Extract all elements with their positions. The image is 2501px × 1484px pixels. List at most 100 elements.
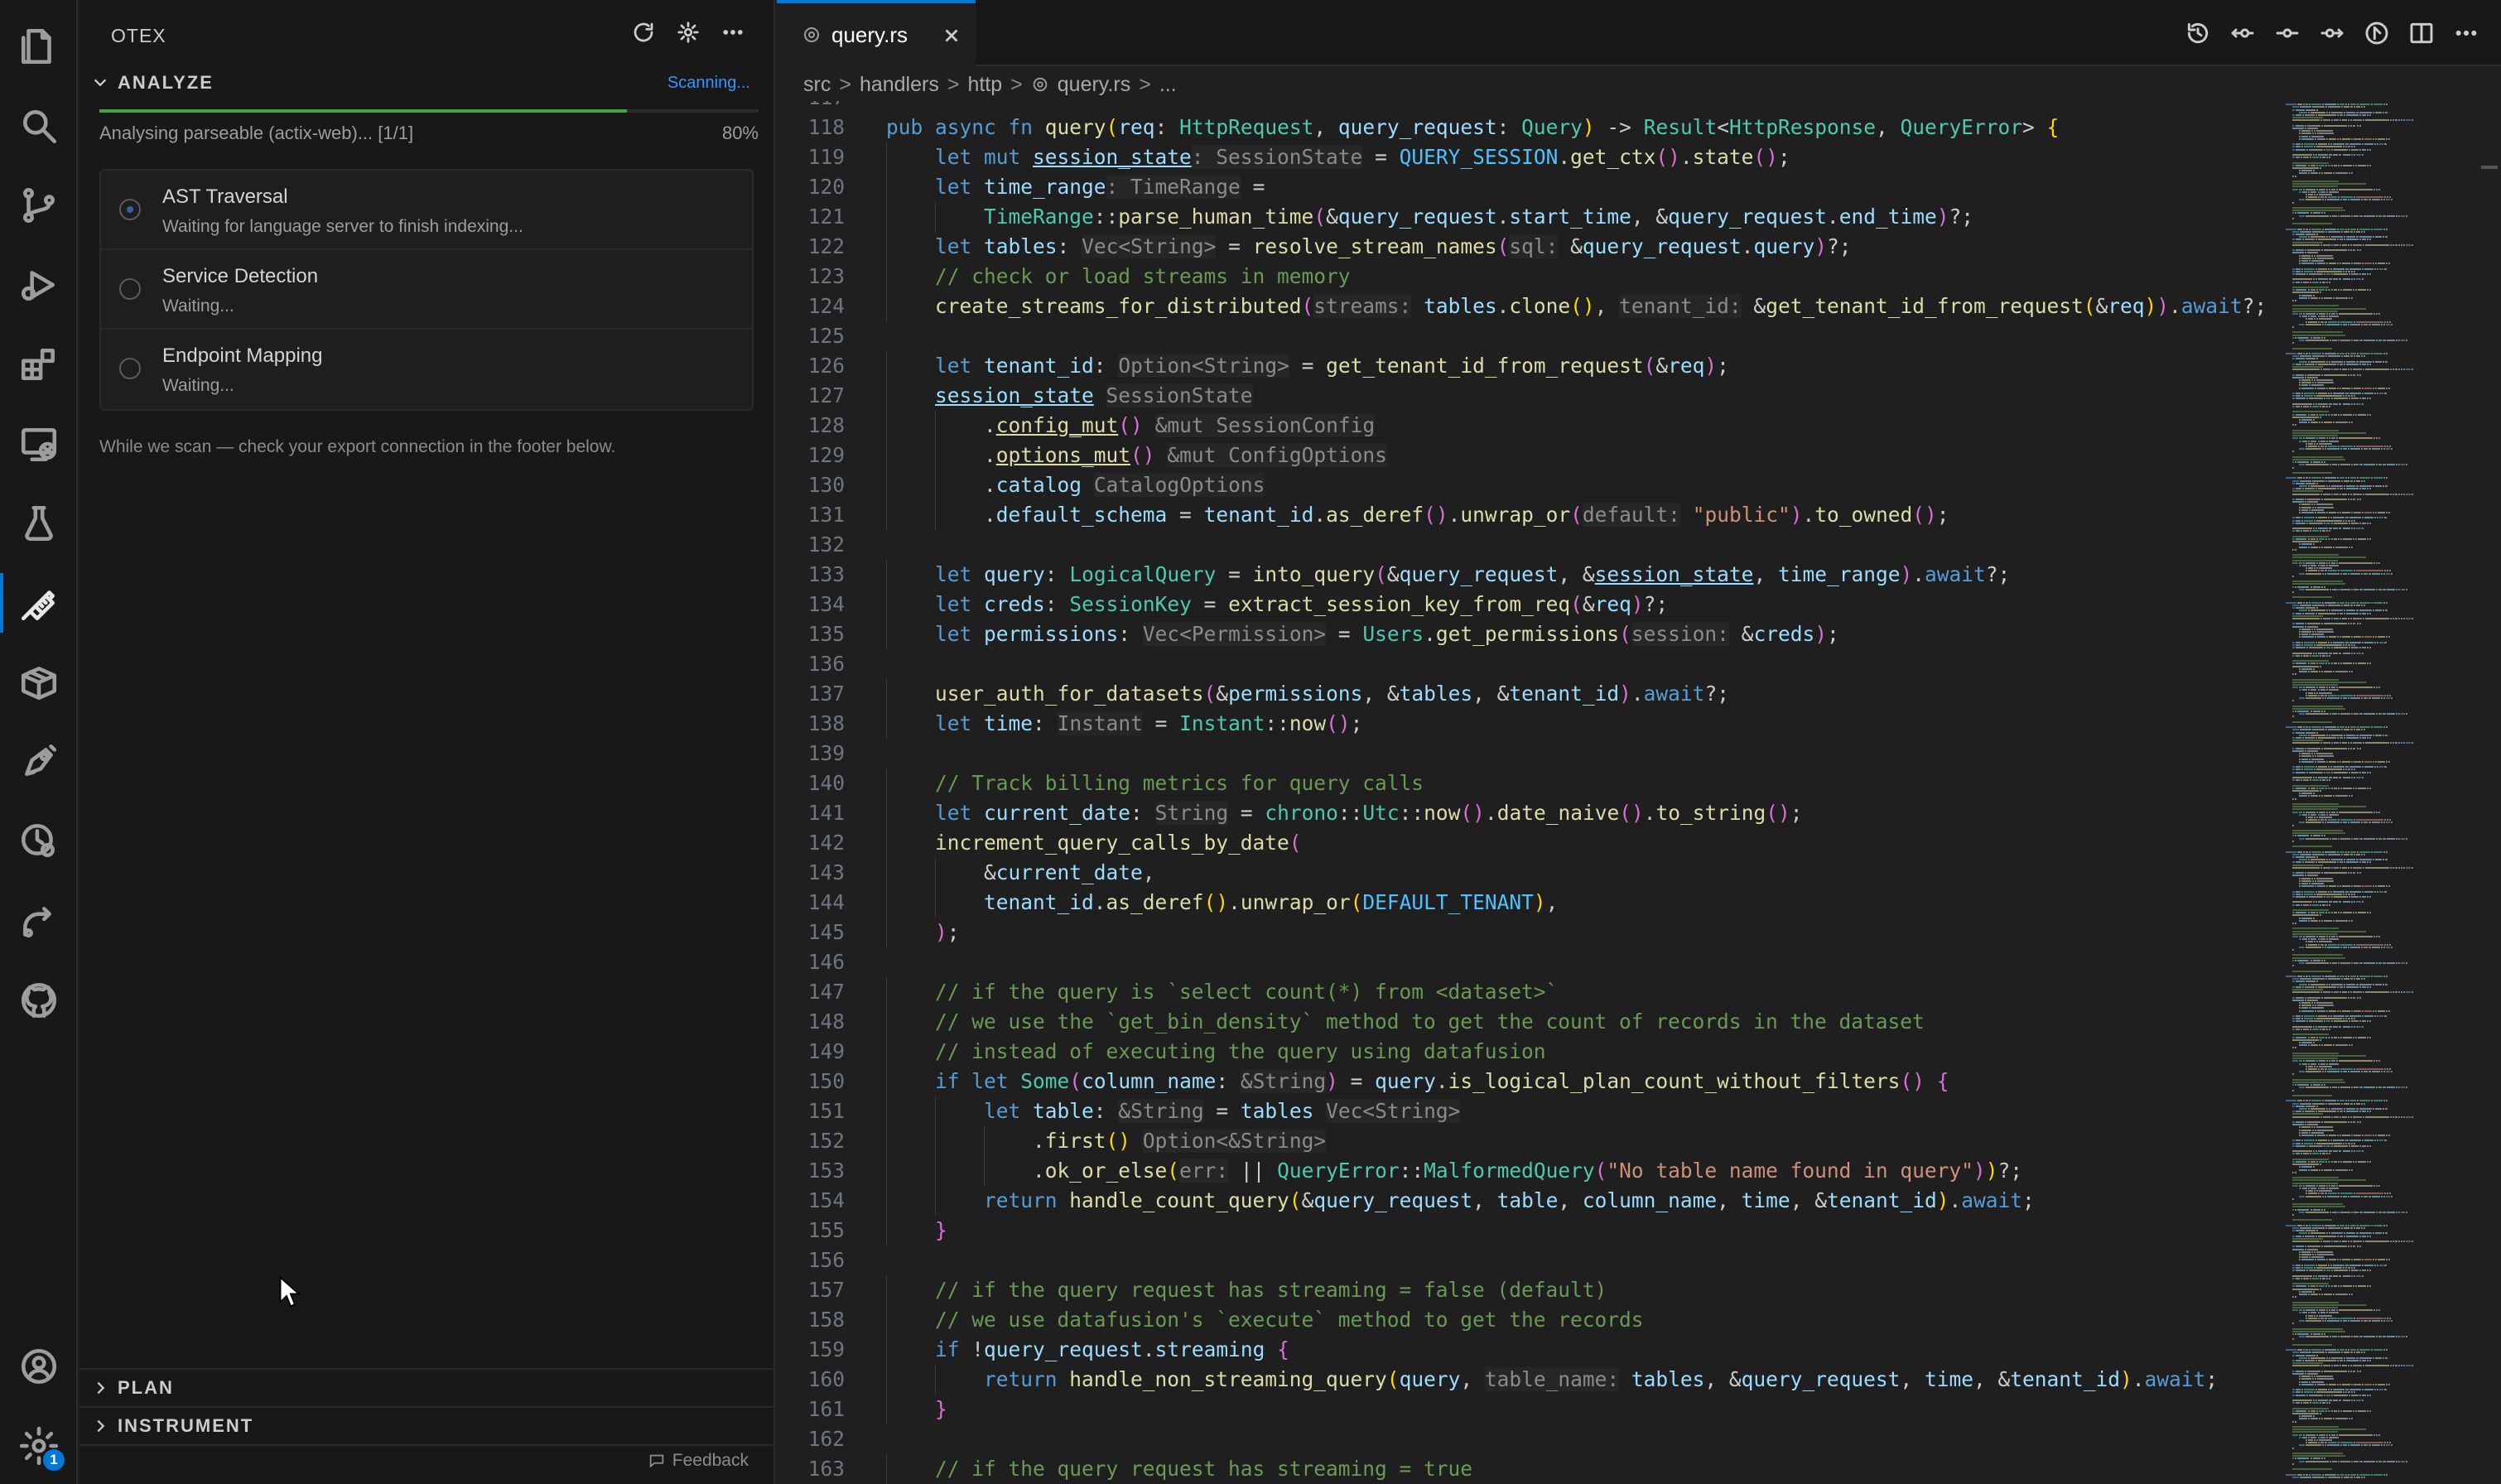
code-line[interactable]: 132 xyxy=(777,530,2276,560)
code-line[interactable]: 136 xyxy=(777,649,2276,679)
code-line[interactable]: 134 let creds: SessionKey = extract_sess… xyxy=(777,590,2276,619)
code-line[interactable]: 146 xyxy=(777,947,2276,977)
testing-icon[interactable] xyxy=(0,489,78,558)
code-line[interactable]: 145 ); xyxy=(777,918,2276,947)
code-line[interactable]: 157 // if the query request has streamin… xyxy=(777,1275,2276,1305)
code-line[interactable]: 160 return handle_non_streaming_query(qu… xyxy=(777,1365,2276,1395)
minimap-segment xyxy=(2306,108,2316,111)
code-line[interactable]: 126 let tenant_id: Option<String> = get_… xyxy=(777,351,2276,381)
code-line[interactable]: 119 let mut session_state: SessionState … xyxy=(777,142,2276,172)
code-line[interactable]: 152 .first() Option<&String> xyxy=(777,1126,2276,1156)
timeline-icon[interactable] xyxy=(0,807,78,876)
code-line[interactable]: 125 xyxy=(777,321,2276,351)
breadcrumb-item[interactable]: http xyxy=(967,73,1002,97)
minimap-segment xyxy=(2322,946,2325,948)
code-token: & xyxy=(1582,592,1595,616)
code-line[interactable]: 137 user_auth_for_datasets(&permissions,… xyxy=(777,679,2276,709)
code-line[interactable]: 162 xyxy=(777,1424,2276,1454)
code-line[interactable]: 149 // instead of executing the query us… xyxy=(777,1037,2276,1067)
run-debug-icon[interactable] xyxy=(0,250,78,320)
code-line[interactable]: 155 } xyxy=(777,1216,2276,1246)
code-line[interactable]: 121 TimeRange::parse_human_time(&query_r… xyxy=(777,202,2276,232)
code-line[interactable]: 120 let time_range: TimeRange = xyxy=(777,172,2276,202)
code-line[interactable]: 154 return handle_count_query(&query_req… xyxy=(777,1186,2276,1216)
search-icon[interactable] xyxy=(0,91,78,161)
more-actions-icon[interactable] xyxy=(719,18,747,46)
breadcrumb-item[interactable]: handlers xyxy=(860,73,939,97)
more-actions-icon[interactable] xyxy=(2451,18,2481,48)
share-icon[interactable] xyxy=(0,886,78,956)
history-icon[interactable] xyxy=(2183,18,2213,48)
tab-query-rs[interactable]: query.rs xyxy=(777,0,976,66)
minimap-segment xyxy=(2332,1211,2337,1213)
minimap-segment xyxy=(2334,522,2348,524)
extensions-icon[interactable] xyxy=(0,330,78,399)
code-editor[interactable]: 117118pub async fn query(req: HttpReques… xyxy=(777,101,2276,1484)
code-line[interactable]: 144 tenant_id.as_deref().unwrap_or(DEFAU… xyxy=(777,888,2276,918)
split-editor-icon[interactable] xyxy=(2407,18,2436,48)
code-line[interactable]: 117 xyxy=(777,101,2276,113)
code-line[interactable]: 123 // check or load streams in memory xyxy=(777,262,2276,292)
open-changes-icon[interactable] xyxy=(2362,18,2392,48)
code-line[interactable]: 131 .default_schema = tenant_id.as_deref… xyxy=(777,500,2276,530)
feedback-link[interactable]: Feedback xyxy=(648,1451,749,1471)
breadcrumb-item[interactable]: query.rs xyxy=(1058,73,1130,97)
manage-icon[interactable]: 1 xyxy=(0,1411,78,1481)
code-line[interactable]: 133 let query: LogicalQuery = into_query… xyxy=(777,560,2276,590)
code-line[interactable]: 122 let tables: Vec<String> = resolve_st… xyxy=(777,232,2276,262)
breadcrumb-item[interactable]: ... xyxy=(1159,73,1177,97)
code-line[interactable]: 161 } xyxy=(777,1395,2276,1424)
code-line[interactable]: 127 session_state SessionState xyxy=(777,381,2276,411)
close-icon[interactable] xyxy=(941,25,962,46)
code-line[interactable]: 147 // if the query is `select count(*) … xyxy=(777,977,2276,1007)
code-line[interactable]: 158 // we use datafusion's `execute` met… xyxy=(777,1305,2276,1335)
code-line[interactable]: 138 let time: Instant = Instant::now(); xyxy=(777,709,2276,739)
gear-icon[interactable] xyxy=(674,18,702,46)
code-line[interactable]: 128 .config_mut() &mut SessionConfig xyxy=(777,411,2276,441)
refresh-icon[interactable] xyxy=(629,18,658,46)
packages-icon[interactable] xyxy=(0,648,78,717)
minimap-segment xyxy=(2369,1270,2372,1272)
minimap-segment xyxy=(2363,1211,2375,1213)
github-icon[interactable] xyxy=(0,966,78,1035)
minimap-segment xyxy=(2318,528,2329,530)
code-line[interactable]: 124 create_streams_for_distributed(strea… xyxy=(777,292,2276,321)
code-line[interactable]: 140 // Track billing metrics for query c… xyxy=(777,768,2276,798)
code-line[interactable]: 159 if !query_request.streaming { xyxy=(777,1335,2276,1365)
code-line[interactable]: 153 .ok_or_else(err: || QueryError::Malf… xyxy=(777,1156,2276,1186)
code-line[interactable]: 129 .options_mut() &mut ConfigOptions xyxy=(777,441,2276,470)
minimap-segment xyxy=(2392,493,2394,495)
previous-change-icon[interactable] xyxy=(2228,18,2258,48)
remote-explorer-icon[interactable] xyxy=(0,409,78,479)
minimap[interactable] xyxy=(2282,101,2481,1484)
minimap-segment xyxy=(2308,691,2313,694)
line-number: 134 xyxy=(807,592,845,616)
code-line[interactable]: 151 let table: &String = tables Vec<Stri… xyxy=(777,1096,2276,1126)
deploy-icon[interactable] xyxy=(0,727,78,797)
otex-icon[interactable] xyxy=(0,568,78,638)
breadcrumb-item[interactable]: src xyxy=(803,73,831,97)
minimap-segment xyxy=(2327,1036,2331,1038)
code-line[interactable]: 143 &current_date, xyxy=(777,858,2276,888)
code-line[interactable]: 118 pub async fn query(req: HttpRequest, … xyxy=(777,113,2276,142)
code-line[interactable]: 130 .catalog CatalogOptions xyxy=(777,470,2276,500)
code-line[interactable]: 156 xyxy=(777,1246,2276,1275)
minimap-segment xyxy=(2318,1274,2329,1277)
explorer-icon[interactable] xyxy=(0,12,78,81)
commit-icon[interactable] xyxy=(2272,18,2302,48)
code-line[interactable]: 150 if let Some(column_name: &String) = … xyxy=(777,1067,2276,1096)
minimap-scroll-indicator[interactable] xyxy=(2481,166,2498,169)
plan-section-header[interactable]: PLAN xyxy=(80,1370,775,1406)
code-line[interactable]: 142 increment_query_calls_by_date( xyxy=(777,828,2276,858)
instrument-section-header[interactable]: INSTRUMENT xyxy=(80,1408,775,1444)
source-control-icon[interactable] xyxy=(0,171,78,240)
next-change-icon[interactable] xyxy=(2317,18,2347,48)
code-line[interactable]: 135 let permissions: Vec<Permission> = U… xyxy=(777,619,2276,649)
accounts-icon[interactable] xyxy=(0,1332,78,1401)
code-line[interactable]: 163 // if the query request has streamin… xyxy=(777,1454,2276,1484)
code-line[interactable]: 139 xyxy=(777,739,2276,768)
minimap-segment xyxy=(2378,837,2383,840)
code-line[interactable]: 148 // we use the `get_bin_density` meth… xyxy=(777,1007,2276,1037)
analyze-section-header[interactable]: ANALYZE Scanning... xyxy=(80,65,775,101)
code-line[interactable]: 141 let current_date: String = chrono::U… xyxy=(777,798,2276,828)
